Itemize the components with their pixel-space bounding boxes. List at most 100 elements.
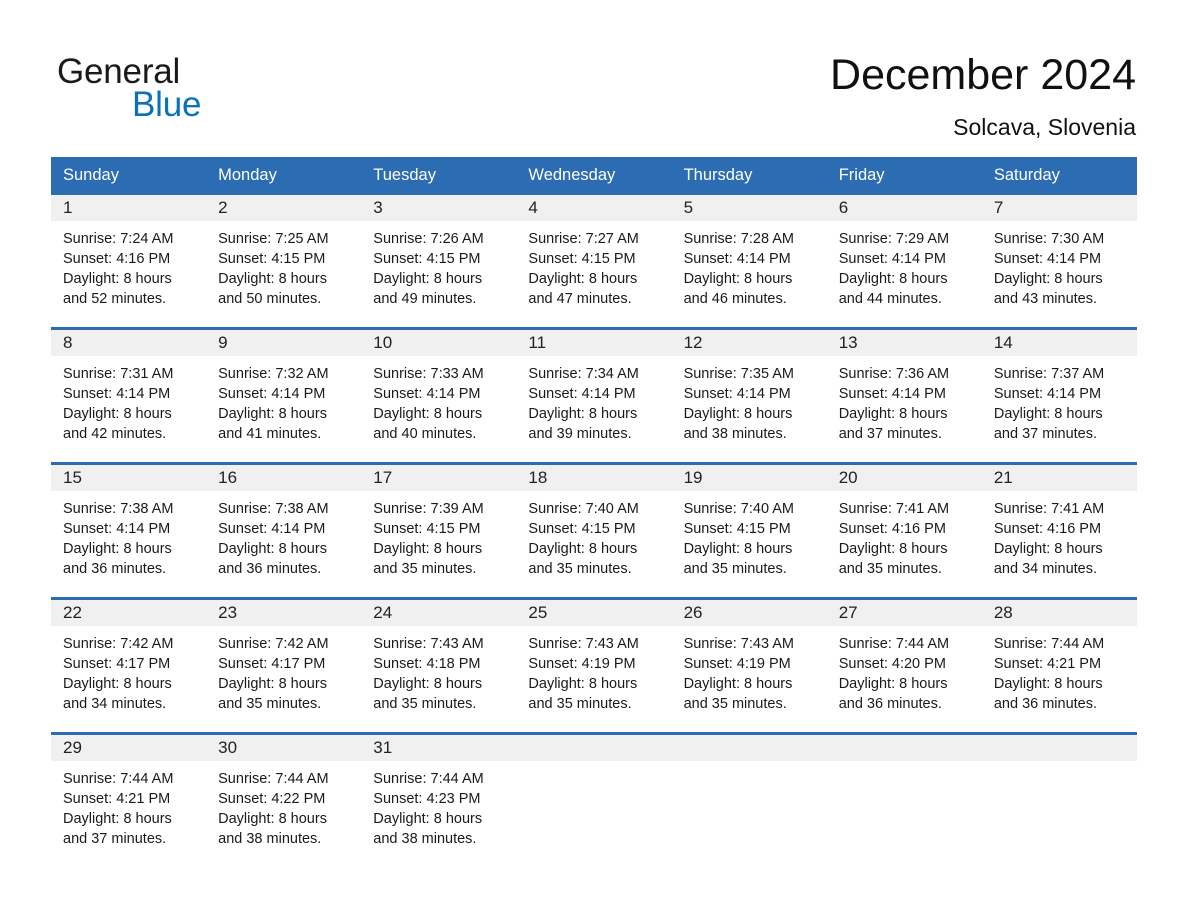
calendar-day-cell[interactable]: 9 Sunrise: 7:32 AM Sunset: 4:14 PM Daylight… bbox=[206, 327, 362, 464]
calendar-day-cell[interactable]: 26 Sunrise: 7:43 AM Sunset: 4:19 PM Dayligh… bbox=[671, 597, 827, 734]
sunset-text: Sunset: 4:14 PM bbox=[993, 251, 1102, 268]
sunset-text: Sunset: 4:15 PM bbox=[528, 251, 636, 268]
sunset-text: Sunset: 4:21 PM bbox=[63, 791, 171, 808]
day-number: 30 bbox=[206, 735, 362, 761]
calendar-day-cell[interactable]: 22 Sunrise: 7:42 AM Sunset: 4:17 PM Dayligh… bbox=[51, 597, 207, 734]
daylight-text-line1: Daylight: 8 hours bbox=[683, 271, 793, 288]
calendar-day-cell[interactable]: 25 Sunrise: 7:43 AM Sunset: 4:19 PM Dayligh… bbox=[516, 597, 672, 734]
sunset-text: Sunset: 4:14 PM bbox=[63, 386, 171, 403]
daylight-text-line2: and 39 minutes. bbox=[528, 426, 632, 443]
calendar-day-cell[interactable]: 4 Sunrise: 7:27 AM Sunset: 4:15 PM Daylight… bbox=[516, 195, 672, 329]
day-number: 7 bbox=[981, 195, 1137, 221]
calendar-day-cell-empty bbox=[826, 732, 982, 867]
day-number: 19 bbox=[671, 465, 827, 491]
sunrise-text: Sunrise: 7:43 AM bbox=[373, 636, 484, 652]
calendar-day-cell[interactable]: 19 Sunrise: 7:40 AM Sunset: 4:15 PM Dayligh… bbox=[671, 462, 827, 599]
daylight-text-line2: and 38 minutes. bbox=[373, 831, 477, 848]
sunrise-text: Sunrise: 7:42 AM bbox=[218, 636, 329, 652]
sunrise-text: Sunrise: 7:25 AM bbox=[218, 231, 329, 247]
day-number: 1 bbox=[51, 195, 207, 221]
sunrise-text: Sunrise: 7:44 AM bbox=[63, 771, 174, 787]
calendar-day-cell[interactable]: 5 Sunrise: 7:28 AM Sunset: 4:14 PM Daylight… bbox=[671, 195, 827, 329]
day-number: 8 bbox=[51, 330, 207, 356]
page-title: December 2024 bbox=[830, 51, 1136, 99]
calendar-day-cell-empty bbox=[671, 732, 827, 867]
sunrise-text: Sunrise: 7:34 AM bbox=[528, 366, 639, 382]
day-number: 10 bbox=[361, 330, 517, 356]
day-number: 22 bbox=[51, 600, 207, 626]
sunset-text: Sunset: 4:19 PM bbox=[683, 656, 791, 673]
daylight-text-line2: and 49 minutes. bbox=[373, 291, 477, 308]
sunrise-text: Sunrise: 7:38 AM bbox=[63, 501, 174, 517]
daylight-text-line2: and 35 minutes. bbox=[683, 561, 787, 578]
calendar-day-cell[interactable]: 30 Sunrise: 7:44 AM Sunset: 4:22 PM Dayligh… bbox=[206, 732, 362, 867]
daylight-text-line2: and 37 minutes. bbox=[838, 426, 942, 443]
day-number bbox=[826, 735, 982, 761]
calendar-day-cell[interactable]: 18 Sunrise: 7:40 AM Sunset: 4:15 PM Dayligh… bbox=[516, 462, 672, 599]
calendar-day-cell[interactable]: 24 Sunrise: 7:43 AM Sunset: 4:18 PM Dayligh… bbox=[361, 597, 517, 734]
sunrise-text: Sunrise: 7:41 AM bbox=[993, 501, 1105, 517]
sunset-text: Sunset: 4:17 PM bbox=[63, 656, 171, 673]
calendar-day-cell[interactable]: 16 Sunrise: 7:38 AM Sunset: 4:14 PM Dayligh… bbox=[206, 462, 362, 599]
daylight-text-line1: Daylight: 8 hours bbox=[373, 406, 483, 423]
daylight-text-line1: Daylight: 8 hours bbox=[373, 676, 483, 693]
calendar-day-cell[interactable]: 21 Sunrise: 7:41 AM Sunset: 4:16 PM Dayligh… bbox=[981, 462, 1137, 599]
day-number bbox=[981, 735, 1137, 761]
sunset-text: Sunset: 4:16 PM bbox=[63, 251, 171, 268]
calendar-day-cell[interactable]: 2 Sunrise: 7:25 AM Sunset: 4:15 PM Daylight… bbox=[206, 195, 362, 329]
sunset-text: Sunset: 4:21 PM bbox=[993, 656, 1102, 673]
daylight-text-line2: and 34 minutes. bbox=[993, 561, 1098, 578]
day-number: 4 bbox=[516, 195, 672, 221]
day-number: 11 bbox=[516, 330, 672, 356]
calendar-day-cell[interactable]: 7 Sunrise: 7:30 AM Sunset: 4:14 PM Daylight… bbox=[981, 195, 1137, 329]
sunset-text: Sunset: 4:22 PM bbox=[218, 791, 326, 808]
day-number: 31 bbox=[361, 735, 517, 761]
daylight-text-line1: Daylight: 8 hours bbox=[373, 811, 483, 828]
generalblue-logo[interactable]: General Blue bbox=[57, 52, 377, 132]
sunset-text: Sunset: 4:16 PM bbox=[838, 521, 946, 538]
sunrise-text: Sunrise: 7:31 AM bbox=[63, 366, 174, 382]
logo-text-blue: Blue bbox=[132, 85, 202, 124]
calendar-day-cell[interactable]: 28 Sunrise: 7:44 AM Sunset: 4:21 PM Dayligh… bbox=[981, 597, 1137, 734]
daylight-text-line1: Daylight: 8 hours bbox=[218, 271, 327, 288]
calendar-day-cell[interactable]: 29 Sunrise: 7:44 AM Sunset: 4:21 PM Dayligh… bbox=[51, 732, 207, 867]
daylight-text-line2: and 34 minutes. bbox=[63, 696, 167, 713]
calendar-day-cell[interactable]: 10 Sunrise: 7:33 AM Sunset: 4:14 PM Dayligh… bbox=[361, 327, 517, 464]
sunset-text: Sunset: 4:15 PM bbox=[683, 521, 791, 538]
sunset-text: Sunset: 4:14 PM bbox=[838, 251, 946, 268]
daylight-text-line2: and 35 minutes. bbox=[528, 696, 632, 713]
day-number: 21 bbox=[981, 465, 1137, 491]
calendar-day-cell[interactable]: 27 Sunrise: 7:44 AM Sunset: 4:20 PM Dayligh… bbox=[826, 597, 982, 734]
day-number: 25 bbox=[516, 600, 672, 626]
daylight-text-line2: and 37 minutes. bbox=[63, 831, 167, 848]
sunset-text: Sunset: 4:14 PM bbox=[683, 251, 791, 268]
day-number: 17 bbox=[361, 465, 517, 491]
sunrise-text: Sunrise: 7:43 AM bbox=[528, 636, 639, 652]
weekday-header-sunday: Sunday bbox=[51, 157, 207, 195]
calendar-day-cell[interactable]: 15 Sunrise: 7:38 AM Sunset: 4:14 PM Dayligh… bbox=[51, 462, 207, 599]
sunset-text: Sunset: 4:17 PM bbox=[218, 656, 326, 673]
sunrise-text: Sunrise: 7:42 AM bbox=[63, 636, 174, 652]
daylight-text-line2: and 40 minutes. bbox=[373, 426, 477, 443]
daylight-text-line1: Daylight: 8 hours bbox=[373, 271, 483, 288]
calendar-day-cell-empty bbox=[516, 732, 672, 867]
calendar-day-cell[interactable]: 6 Sunrise: 7:29 AM Sunset: 4:14 PM Daylight… bbox=[826, 195, 982, 329]
calendar-day-cell[interactable]: 12 Sunrise: 7:35 AM Sunset: 4:14 PM Dayligh… bbox=[671, 327, 827, 464]
sunset-text: Sunset: 4:14 PM bbox=[683, 386, 791, 403]
calendar-day-cell[interactable]: 11 Sunrise: 7:34 AM Sunset: 4:14 PM Dayligh… bbox=[516, 327, 672, 464]
calendar-day-cell[interactable]: 8 Sunrise: 7:31 AM Sunset: 4:14 PM Daylight… bbox=[51, 327, 207, 464]
daylight-text-line1: Daylight: 8 hours bbox=[683, 406, 793, 423]
calendar-day-cell[interactable]: 31 Sunrise: 7:44 AM Sunset: 4:23 PM Dayligh… bbox=[361, 732, 517, 867]
calendar-day-cell[interactable]: 1 Sunrise: 7:24 AM Sunset: 4:16 PM Daylight… bbox=[51, 195, 207, 329]
calendar-day-cell[interactable]: 20 Sunrise: 7:41 AM Sunset: 4:16 PM Dayligh… bbox=[826, 462, 982, 599]
sunrise-text: Sunrise: 7:44 AM bbox=[993, 636, 1105, 652]
calendar-day-cell[interactable]: 23 Sunrise: 7:42 AM Sunset: 4:17 PM Dayligh… bbox=[206, 597, 362, 734]
calendar-day-cell[interactable]: 14 Sunrise: 7:37 AM Sunset: 4:14 PM Dayligh… bbox=[981, 327, 1137, 464]
calendar-day-cell[interactable]: 13 Sunrise: 7:36 AM Sunset: 4:14 PM Dayligh… bbox=[826, 327, 982, 464]
calendar-day-cell[interactable]: 3 Sunrise: 7:26 AM Sunset: 4:15 PM Daylight… bbox=[361, 195, 517, 329]
sunrise-text: Sunrise: 7:44 AM bbox=[838, 636, 950, 652]
calendar-day-cell[interactable]: 17 Sunrise: 7:39 AM Sunset: 4:15 PM Dayligh… bbox=[361, 462, 517, 599]
daylight-text-line1: Daylight: 8 hours bbox=[683, 541, 793, 558]
calendar-week-row: 22 Sunrise: 7:42 AM Sunset: 4:17 PM Dayligh… bbox=[51, 597, 1137, 734]
day-number bbox=[516, 735, 672, 761]
